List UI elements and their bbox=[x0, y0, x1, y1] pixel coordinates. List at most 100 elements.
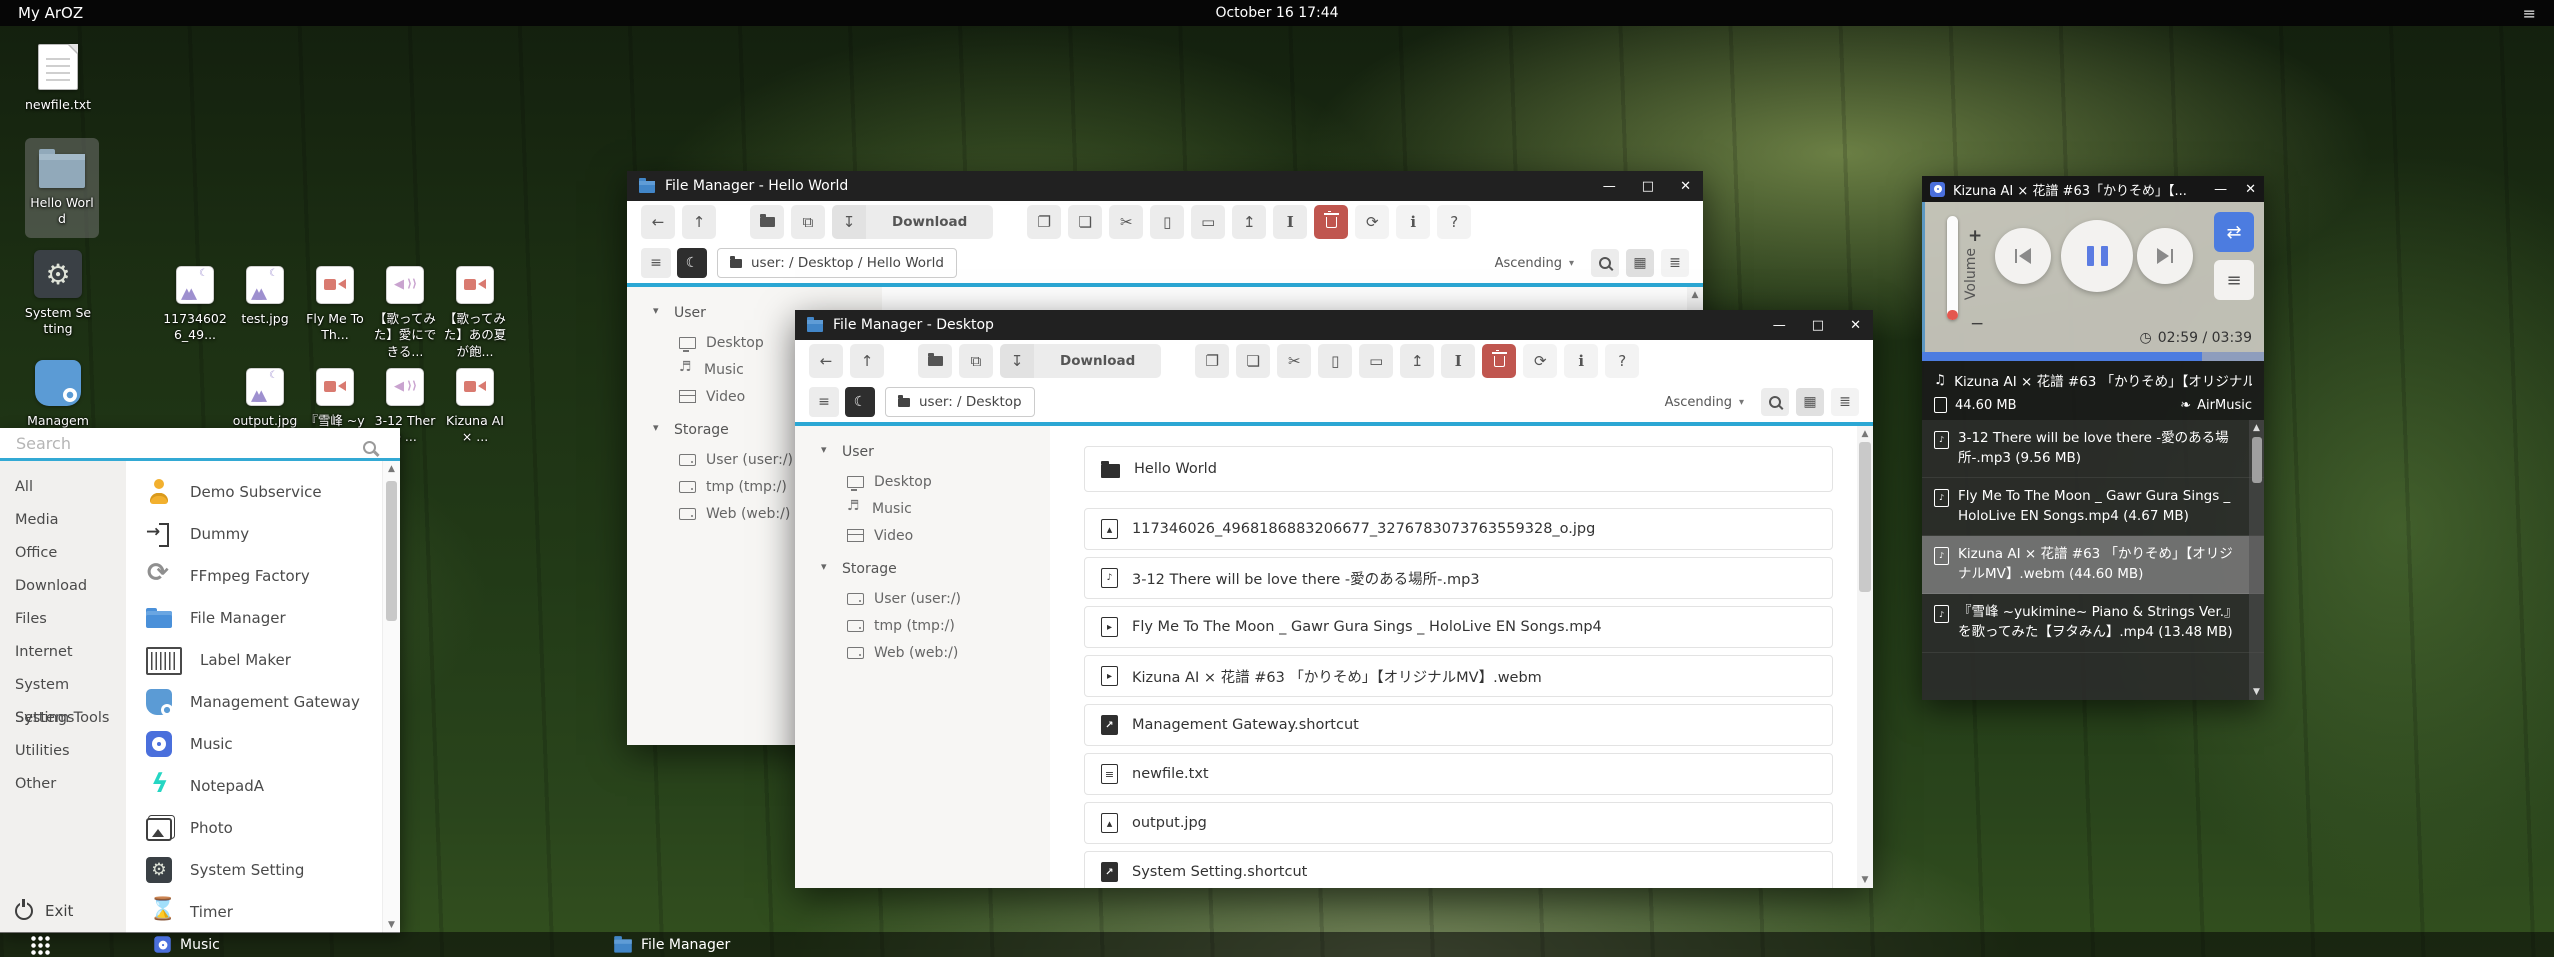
close-button[interactable]: ✕ bbox=[1850, 318, 1861, 333]
history-button[interactable]: ☾ bbox=[677, 248, 707, 278]
file-row[interactable]: output.jpg bbox=[1084, 802, 1833, 844]
sidebar-item[interactable]: Storage bbox=[795, 561, 1050, 577]
delete-button[interactable] bbox=[1482, 344, 1516, 378]
sidebar-item[interactable]: Web (web:/) bbox=[795, 639, 1050, 666]
open-in-new-button[interactable]: ⧉ bbox=[959, 344, 993, 378]
minimize-button[interactable]: — bbox=[1773, 318, 1786, 333]
minimize-button[interactable]: — bbox=[2214, 182, 2227, 197]
window-titlebar[interactable]: File Manager - Desktop — □ ✕ bbox=[795, 310, 1873, 340]
help-button[interactable]: ? bbox=[1437, 205, 1471, 239]
desktop-icon[interactable]: 【歌ってみた】愛にできる... bbox=[370, 266, 440, 360]
maximize-button[interactable]: □ bbox=[1642, 179, 1654, 194]
new-file-button[interactable]: ▯ bbox=[1318, 344, 1352, 378]
scrollbar-thumb[interactable] bbox=[2252, 437, 2262, 483]
back-button[interactable]: ← bbox=[809, 344, 843, 378]
desktop-icon[interactable]: Hello World bbox=[25, 138, 99, 238]
category-item[interactable]: System Settings bbox=[0, 669, 126, 702]
file-row[interactable]: Fly Me To The Moon _ Gawr Gura Sings _ H… bbox=[1084, 606, 1833, 648]
category-item[interactable]: All bbox=[0, 471, 126, 504]
scroll-up-icon[interactable]: ▲ bbox=[2249, 420, 2264, 436]
app-item[interactable]: Management Gateway bbox=[146, 681, 384, 723]
desktop-icon[interactable]: test.jpg bbox=[230, 266, 300, 360]
app-item[interactable]: File Manager bbox=[146, 597, 384, 639]
start-button[interactable] bbox=[30, 935, 50, 955]
playlist-scrollbar[interactable]: ▲ ▼ bbox=[2249, 420, 2264, 700]
search-button[interactable] bbox=[1761, 388, 1789, 416]
file-row[interactable]: 3-12 There will be love there -愛のある場所-.m… bbox=[1084, 557, 1833, 599]
new-file-button[interactable]: ▯ bbox=[1150, 205, 1184, 239]
open-button[interactable] bbox=[750, 205, 784, 239]
app-item[interactable]: Label Maker bbox=[146, 639, 384, 681]
sort-dropdown[interactable]: Ascending bbox=[1665, 395, 1732, 410]
file-row[interactable]: Management Gateway.shortcut bbox=[1084, 704, 1833, 746]
scrollbar-thumb[interactable] bbox=[386, 481, 397, 621]
playlist-item[interactable]: 3-12 There will be love there -愛のある場所-.m… bbox=[1922, 420, 2264, 478]
help-button[interactable]: ? bbox=[1605, 344, 1639, 378]
category-item[interactable]: System Tools bbox=[0, 702, 126, 735]
scrollbar[interactable]: ▲ ▼ bbox=[1857, 426, 1873, 888]
list-view-button[interactable]: ≣ bbox=[1831, 388, 1859, 416]
maximize-button[interactable]: □ bbox=[1812, 318, 1824, 333]
search-button[interactable] bbox=[1591, 249, 1619, 277]
topbar-menu-icon[interactable]: ≡ bbox=[2523, 4, 2536, 23]
file-row[interactable]: newfile.txt bbox=[1084, 753, 1833, 795]
minimize-button[interactable]: — bbox=[1603, 179, 1616, 194]
category-item[interactable]: Files bbox=[0, 603, 126, 636]
app-item[interactable]: Photo bbox=[146, 807, 384, 849]
playlist-item[interactable]: Kizuna AI × 花譜 #63 「かりそめ」【オリジナルMV】.webm … bbox=[1922, 536, 2264, 594]
taskbar-item-file-manager[interactable]: File Manager bbox=[615, 932, 730, 957]
open-button[interactable] bbox=[918, 344, 952, 378]
cut-button[interactable]: ✂ bbox=[1109, 205, 1143, 239]
desktop-icon[interactable]: newfile.txt bbox=[12, 44, 104, 113]
category-item[interactable]: Internet bbox=[0, 636, 126, 669]
volume-slider[interactable] bbox=[1947, 216, 1958, 320]
category-item[interactable]: Other bbox=[0, 768, 126, 801]
sidebar-item[interactable]: Desktop bbox=[795, 468, 1050, 495]
app-item[interactable]: NotepadA bbox=[146, 765, 384, 807]
app-item[interactable]: Demo Subservice bbox=[146, 471, 384, 513]
scroll-down-icon[interactable]: ▼ bbox=[2249, 684, 2264, 700]
desktop-icon[interactable]: 117346026_49... bbox=[160, 266, 230, 360]
rename-button[interactable]: I bbox=[1441, 344, 1475, 378]
scroll-down-icon[interactable]: ▼ bbox=[383, 917, 400, 933]
file-row[interactable]: 117346026_4968186883206677_3276783073763… bbox=[1084, 508, 1833, 550]
app-item[interactable]: System Setting bbox=[146, 849, 384, 891]
new-folder-button[interactable]: ▭ bbox=[1191, 205, 1225, 239]
app-item[interactable]: Dummy bbox=[146, 513, 384, 555]
repeat-button[interactable]: ⇄ bbox=[2214, 212, 2254, 252]
taskbar-item-music[interactable]: Music bbox=[155, 932, 220, 957]
start-menu-scrollbar[interactable]: ▲ ▼ bbox=[382, 461, 400, 933]
paste-button[interactable]: ❏ bbox=[1068, 205, 1102, 239]
category-item[interactable]: Utilities bbox=[0, 735, 126, 768]
refresh-button[interactable]: ⟳ bbox=[1523, 344, 1557, 378]
info-button[interactable]: i bbox=[1396, 205, 1430, 239]
up-button[interactable]: ↑ bbox=[850, 344, 884, 378]
sidebar-item[interactable]: tmp (tmp:/) bbox=[795, 612, 1050, 639]
new-folder-button[interactable]: ▭ bbox=[1359, 344, 1393, 378]
desktop-icon[interactable]: System Setting bbox=[12, 250, 104, 338]
category-item[interactable]: Office bbox=[0, 537, 126, 570]
rename-button[interactable]: I bbox=[1273, 205, 1307, 239]
window-titlebar[interactable]: Kizuna AI × 花譜 #63「かりそめ」【... — ✕ bbox=[1922, 176, 2264, 202]
upload-button[interactable]: ↥ bbox=[1232, 205, 1266, 239]
window-titlebar[interactable]: File Manager - Hello World — □ ✕ bbox=[627, 171, 1703, 201]
exit-button[interactable]: Exit bbox=[15, 902, 73, 920]
history-button[interactable]: ☾ bbox=[845, 387, 875, 417]
list-view-button[interactable]: ≣ bbox=[1661, 249, 1689, 277]
menu-button[interactable]: ≡ bbox=[641, 248, 671, 278]
search-input[interactable] bbox=[0, 434, 400, 453]
sidebar-item[interactable]: User (user:/) bbox=[795, 585, 1050, 612]
progress-bar[interactable] bbox=[1922, 352, 2264, 361]
next-track-button[interactable] bbox=[2137, 228, 2193, 284]
menu-button[interactable]: ≡ bbox=[809, 387, 839, 417]
sidebar-item[interactable]: User bbox=[795, 444, 1050, 460]
file-row[interactable]: Hello World bbox=[1084, 446, 1833, 492]
scrollbar-thumb[interactable] bbox=[1859, 442, 1871, 592]
refresh-button[interactable]: ⟳ bbox=[1355, 205, 1389, 239]
desktop-icon[interactable]: 【歌ってみた】あの夏が飽... bbox=[440, 266, 510, 360]
copy-button[interactable]: ❐ bbox=[1027, 205, 1061, 239]
app-item[interactable]: Timer bbox=[146, 891, 384, 933]
playlist-item[interactable]: 『雪峰 ~yukimine~ Piano & Strings Ver.』を歌って… bbox=[1922, 594, 2264, 652]
upload-button[interactable]: ↥ bbox=[1400, 344, 1434, 378]
back-button[interactable]: ← bbox=[641, 205, 675, 239]
